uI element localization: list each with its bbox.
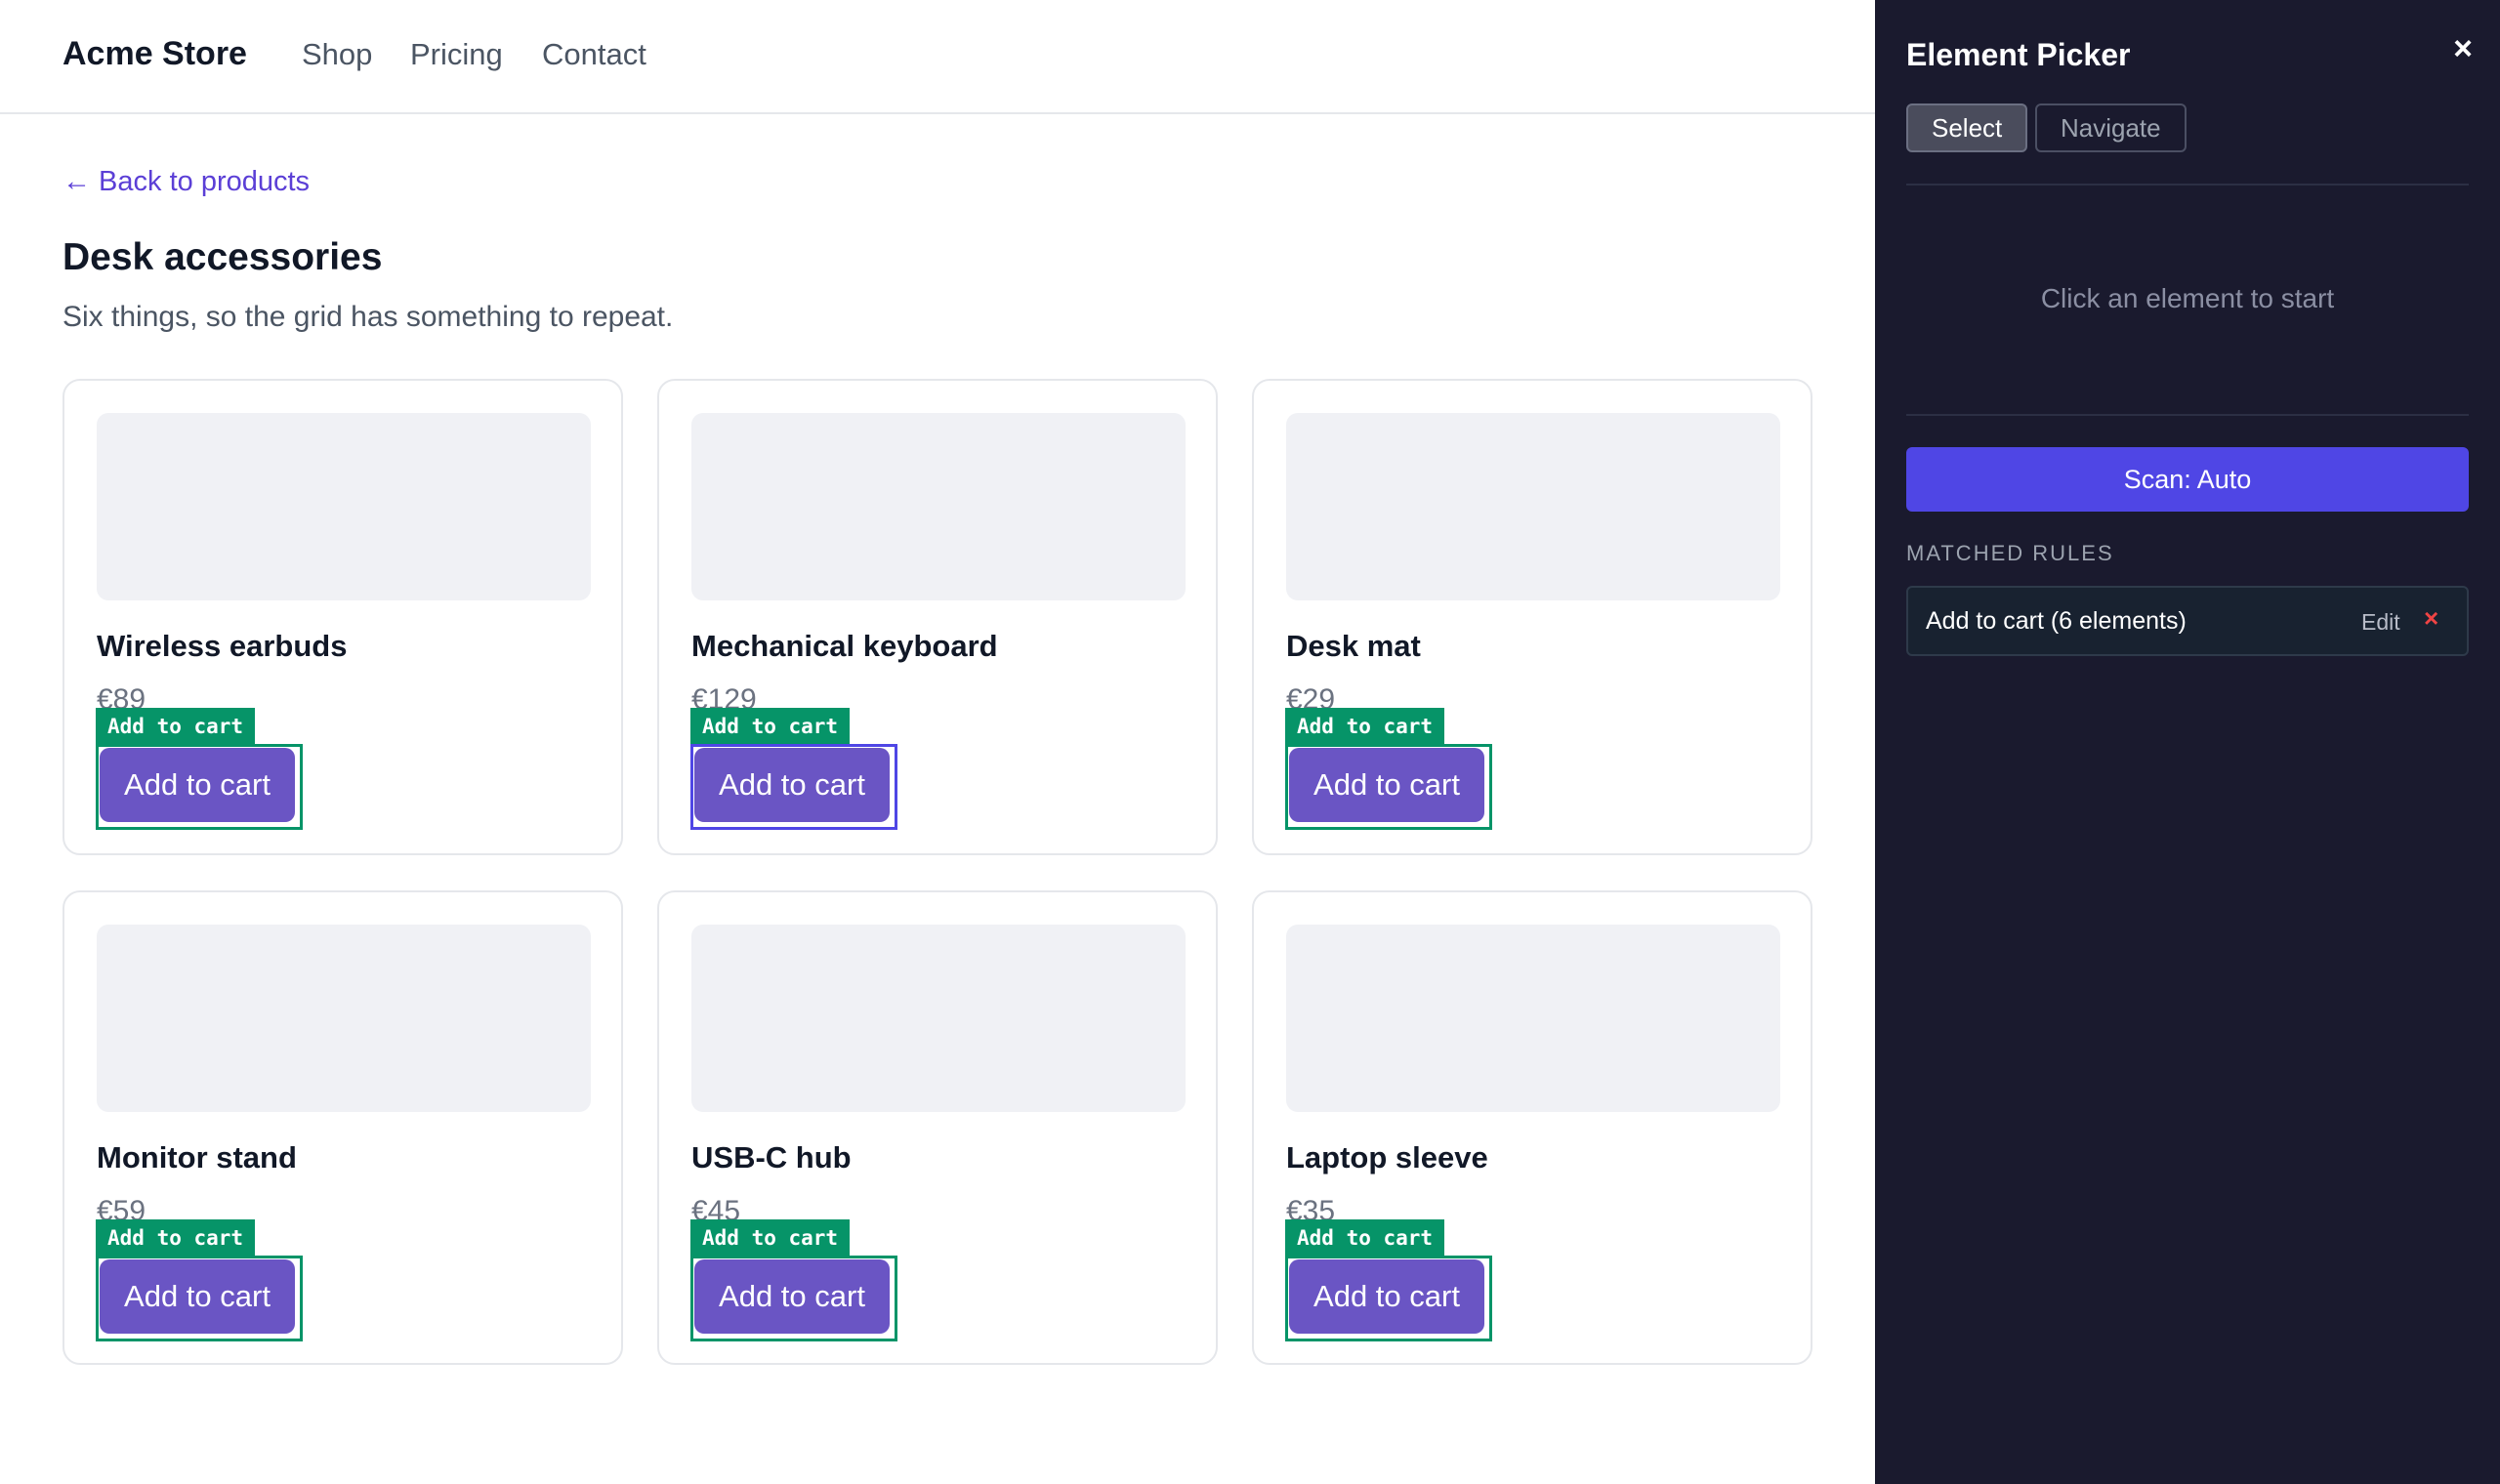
panel-divider xyxy=(1906,414,2469,416)
product-image-placeholder xyxy=(1286,413,1780,600)
product-image-placeholder xyxy=(97,925,591,1112)
matched-rules-heading: MATCHED RULES xyxy=(1906,541,2114,565)
page-subtitle: Six things, so the grid has something to… xyxy=(62,301,674,333)
product-image-placeholder xyxy=(691,413,1186,600)
product-name: Wireless earbuds xyxy=(97,629,348,663)
add-to-cart-button[interactable]: Add to cart xyxy=(694,748,890,822)
product-card: Mechanical keyboard €129 Add to cart Add… xyxy=(657,379,1218,855)
page-title: Desk accessories xyxy=(62,236,383,278)
product-card: USB-C hub €45 Add to cart Add to cart xyxy=(657,890,1218,1365)
product-image-placeholder xyxy=(97,413,591,600)
nav-shop[interactable]: Shop xyxy=(302,37,372,72)
product-name: Laptop sleeve xyxy=(1286,1140,1488,1175)
mode-select-button[interactable]: Select xyxy=(1906,103,2028,152)
scan-auto-button[interactable]: Scan: Auto xyxy=(1906,447,2469,512)
remove-rule-icon[interactable]: × xyxy=(2424,603,2438,634)
add-to-cart-button[interactable]: Add to cart xyxy=(694,1259,890,1334)
picker-match-tag: Add to cart xyxy=(96,1219,256,1257)
close-icon[interactable]: × xyxy=(2443,29,2482,68)
product-name: Desk mat xyxy=(1286,629,1421,663)
brand-logo[interactable]: Acme Store xyxy=(62,35,247,73)
nav-contact[interactable]: Contact xyxy=(542,37,646,72)
top-navigation: Acme Store Shop Pricing Contact xyxy=(0,0,1875,114)
back-to-products-link[interactable]: ← Back to products xyxy=(62,166,310,198)
matched-rule-row[interactable]: Add to cart (6 elements) Edit × xyxy=(1906,586,2469,656)
empty-state-message: Click an element to start xyxy=(2040,283,2335,313)
product-card: Laptop sleeve €35 Add to cart Add to car… xyxy=(1252,890,1812,1365)
picker-match-tag: Add to cart xyxy=(690,1219,851,1257)
store-page: Acme Store Shop Pricing Contact ← Back t… xyxy=(0,0,1875,1484)
panel-divider xyxy=(1906,184,2469,186)
rule-label: Add to cart (6 elements) xyxy=(1926,607,2187,635)
product-name: USB-C hub xyxy=(691,1140,852,1175)
picker-match-tag: Add to cart xyxy=(690,708,851,745)
product-image-placeholder xyxy=(1286,925,1780,1112)
mode-navigate-button[interactable]: Navigate xyxy=(2035,103,2187,152)
product-name: Mechanical keyboard xyxy=(691,629,998,663)
picker-match-tag: Add to cart xyxy=(1285,1219,1445,1257)
add-to-cart-button[interactable]: Add to cart xyxy=(100,1259,295,1334)
add-to-cart-button[interactable]: Add to cart xyxy=(1289,1259,1484,1334)
product-name: Monitor stand xyxy=(97,1140,297,1175)
element-picker-panel: Element Picker × Select Navigate Click a… xyxy=(1875,0,2500,1484)
rule-edit-button[interactable]: Edit xyxy=(2361,609,2400,636)
product-card: Monitor stand €59 Add to cart Add to car… xyxy=(62,890,623,1365)
product-image-placeholder xyxy=(691,925,1186,1112)
nav-pricing[interactable]: Pricing xyxy=(410,37,503,72)
add-to-cart-button[interactable]: Add to cart xyxy=(1289,748,1484,822)
add-to-cart-button[interactable]: Add to cart xyxy=(100,748,295,822)
panel-title: Element Picker xyxy=(1906,37,2131,72)
product-card: Wireless earbuds €89 Add to cart Add to … xyxy=(62,379,623,855)
picker-match-tag: Add to cart xyxy=(1285,708,1445,745)
product-card: Desk mat €29 Add to cart Add to cart xyxy=(1252,379,1812,855)
picker-match-tag: Add to cart xyxy=(96,708,256,745)
